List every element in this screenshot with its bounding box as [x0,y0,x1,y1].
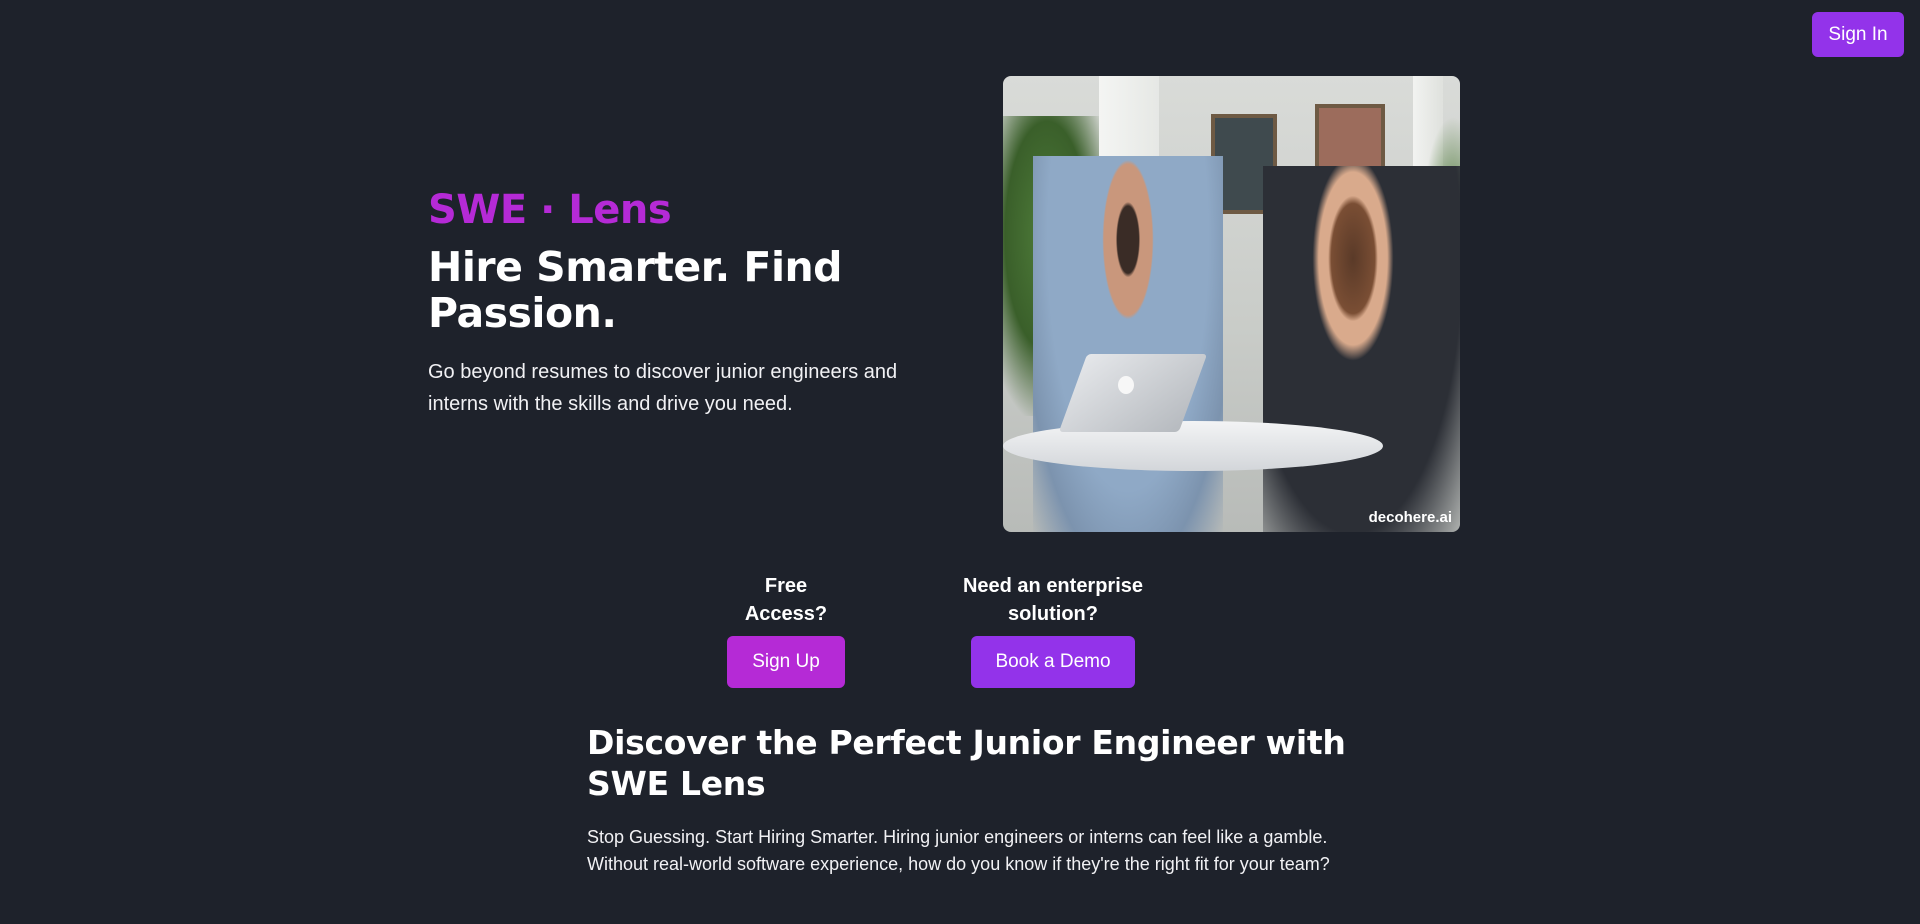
hero-subline: Go beyond resumes to discover junior eng… [428,361,898,415]
cta-free-access: Free Access? Sign Up [726,572,846,688]
book-demo-button[interactable]: Book a Demo [971,636,1135,688]
image-watermark: decohere.ai [1368,509,1452,526]
person-woman [1263,166,1460,532]
hero-text: SWE · Lens Hire Smarter. Find Passion. G… [428,186,948,420]
laptop-logo-icon [1118,376,1134,394]
hero-headline: Hire Smarter. Find Passion. [428,243,843,337]
hero-image: decohere.ai [1003,76,1460,532]
brand-logo-text: SWE · Lens [428,187,672,233]
enterprise-label: Need an enterprise solution? [962,575,1144,625]
cta-enterprise: Need an enterprise solution? Book a Demo [919,572,1187,688]
discover-title: Discover the Perfect Junior Engineer wit… [587,723,1346,803]
discover-section: Discover the Perfect Junior Engineer wit… [587,722,1347,878]
sign-up-button[interactable]: Sign Up [727,636,845,688]
discover-body: Stop Guessing. Start Hiring Smarter. Hir… [587,827,1330,874]
landing-page: Sign In SWE · Lens Hire Smarter. Find Pa… [0,0,1920,924]
person-man [1033,156,1223,532]
free-access-label: Free Access? [744,575,828,625]
sign-in-button[interactable]: Sign In [1812,12,1904,57]
